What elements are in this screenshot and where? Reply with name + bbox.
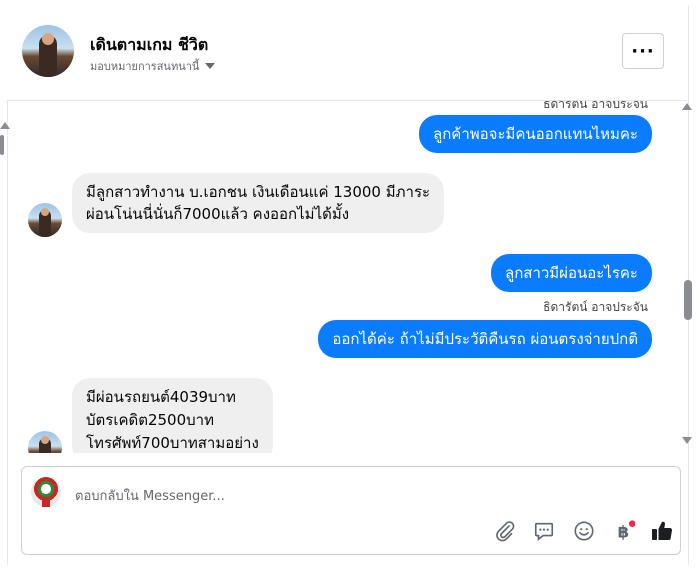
outgoing-message[interactable]: ลูกสาวมีผ่อนอะไรคะ <box>491 254 652 292</box>
incoming-message[interactable]: มีผ่อนรถยนต์4039บาท บัตรเคดิต2500บาท โทร… <box>72 378 273 453</box>
saved-replies-icon[interactable] <box>532 519 556 543</box>
incoming-message[interactable]: มีลูกสาวทำงาน บ.เอกชน เงินเดือนแค่ 13000… <box>72 173 445 233</box>
message-line: โทรศัพท์700บาทสามอย่าง <box>86 434 259 452</box>
reply-input[interactable]: ตอบกลับใน Messenger... <box>75 485 225 506</box>
assign-conversation-dropdown[interactable]: มอบหมายการสนทนานี้ <box>90 57 216 75</box>
contact-avatar-small[interactable] <box>28 431 62 453</box>
message-text: ลูกสาวมีผ่อนอะไรคะ <box>505 264 638 282</box>
attachment-icon[interactable] <box>493 519 517 543</box>
sender-label: ธิดารัตน์ อาจประจัน <box>543 101 648 111</box>
message-line: บัตรเคดิต2500บาท <box>86 411 214 429</box>
message-line: ผ่อนโน่นนี่นั่นก็7000แล้ว คงออกไม่ได้มั้… <box>86 205 350 223</box>
contact-avatar[interactable] <box>22 25 74 77</box>
assign-conversation-label: มอบหมายการสนทนานี้ <box>90 60 200 73</box>
scroll-up-arrow-icon[interactable] <box>682 103 692 110</box>
contact-name[interactable]: เดินตามเกม ชีวิต <box>90 33 208 58</box>
conversation-header: เดินตามเกม ชีวิต มอบหมายการสนทนานี้ ··· <box>7 5 687 101</box>
avatar-face-shape <box>42 33 54 45</box>
sender-label: ธิดารัตน์ อาจประจัน <box>543 300 648 314</box>
scroll-down-arrow-icon[interactable] <box>682 437 692 444</box>
avatar-ribbon-shape <box>42 497 50 507</box>
reply-composer: ตอบกลับใน Messenger... ฿ <box>21 466 681 555</box>
svg-text:฿: ฿ <box>618 522 629 541</box>
outgoing-message[interactable]: ลูกค้าพอจะมีคนออกแทนไหมคะ <box>419 115 652 153</box>
avatar-face-shape <box>41 208 49 216</box>
caret-down-icon <box>205 63 216 69</box>
message-text: ลูกค้าพอจะมีคนออกแทนไหมคะ <box>433 125 638 143</box>
message-line: มีผ่อนรถยนต์4039บาท <box>86 388 236 406</box>
message-thread: ธิดารัตน์ อาจประจัน ลูกค้าพอจะมีคนออกแทน… <box>8 101 678 453</box>
avatar-face-shape <box>41 436 49 444</box>
message-text: ออกได้ค่ะ ถ้าไม่มีประวัติคืนรถ ผ่อนตรงจ่… <box>332 330 638 348</box>
emoji-icon[interactable] <box>572 519 596 543</box>
left-scrollbar-thumb[interactable] <box>0 135 4 155</box>
more-options-button[interactable]: ··· <box>622 33 664 69</box>
message-line: มีลูกสาวทำงาน บ.เอกชน เงินเดือนแค่ 13000… <box>86 183 431 201</box>
baht-payment-icon[interactable]: ฿ <box>612 519 636 543</box>
like-icon[interactable] <box>650 519 674 543</box>
scrollbar-thumb[interactable] <box>684 280 692 320</box>
outgoing-message[interactable]: ออกได้ค่ะ ถ้าไม่มีประวัติคืนรถ ผ่อนตรงจ่… <box>318 320 652 358</box>
contact-avatar-small[interactable] <box>28 203 62 237</box>
left-scroll-up-arrow-icon[interactable] <box>0 122 10 129</box>
page-avatar <box>31 477 61 507</box>
